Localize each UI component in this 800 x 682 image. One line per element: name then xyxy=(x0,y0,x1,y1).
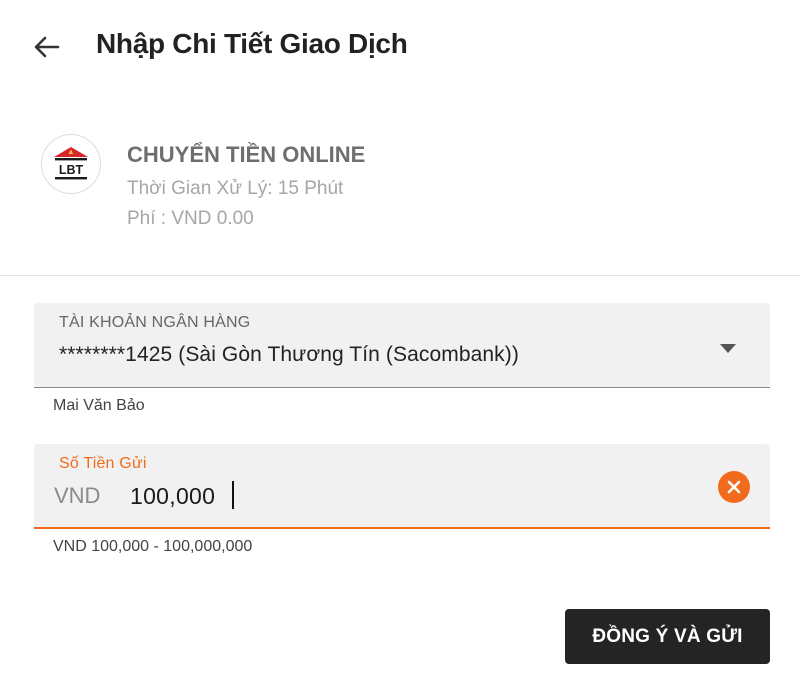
clear-x-icon xyxy=(727,480,741,494)
logo-text: LBT xyxy=(59,163,84,177)
currency-prefix: VND xyxy=(54,483,101,508)
amount-range-hint: VND 100,000 - 100,000,000 xyxy=(53,538,253,555)
amount-field[interactable]: Số Tiền Gửi VND xyxy=(34,444,770,529)
text-caret xyxy=(232,481,234,509)
clear-amount-button[interactable] xyxy=(718,471,750,503)
amount-label: Số Tiền Gửi xyxy=(59,455,147,472)
bank-account-value: ********1425 (Sài Gòn Thương Tín (Sacomb… xyxy=(59,343,519,366)
submit-button[interactable]: ĐỒNG Ý VÀ GỬI xyxy=(565,609,770,664)
back-button[interactable] xyxy=(30,30,64,64)
lbt-bank-logo-icon: LBT xyxy=(54,147,88,180)
fee-text: Phí : VND 0.00 xyxy=(127,208,254,229)
processing-time: Thời Gian Xử Lý: 15 Phút xyxy=(127,178,344,199)
payment-method-card: LBT CHUYỂN TIỀN ONLINE Thời Gian Xử Lý: … xyxy=(0,92,800,276)
method-name: CHUYỂN TIỀN ONLINE xyxy=(127,142,366,167)
amount-input[interactable] xyxy=(130,478,690,514)
account-holder-name: Mai Văn Bảo xyxy=(53,397,145,414)
page-title: Nhập Chi Tiết Giao Dịch xyxy=(96,28,408,59)
bank-account-label: TÀI KHOẢN NGÂN HÀNG xyxy=(59,314,251,331)
app-header: Nhập Chi Tiết Giao Dịch xyxy=(0,0,800,92)
arrow-left-icon xyxy=(34,36,60,58)
bank-account-select[interactable]: TÀI KHOẢN NGÂN HÀNG ********1425 (Sài Gò… xyxy=(34,303,770,388)
bank-logo: LBT xyxy=(41,134,101,194)
caret-down-icon[interactable] xyxy=(720,344,736,353)
